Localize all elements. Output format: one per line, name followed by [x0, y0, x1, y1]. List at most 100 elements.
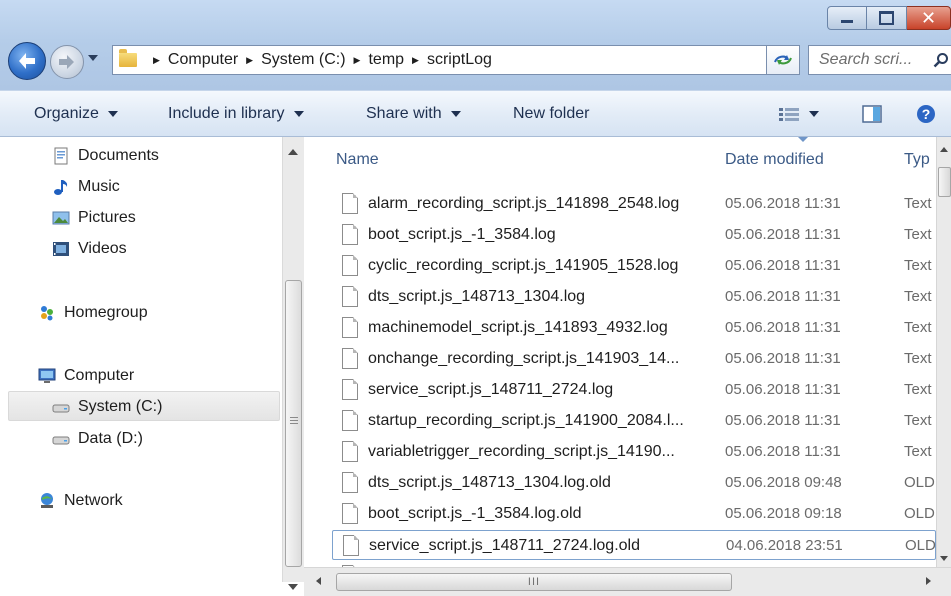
- scroll-down-icon[interactable]: [288, 584, 298, 590]
- scrollbar-thumb[interactable]: [285, 280, 302, 567]
- breadcrumb-temp[interactable]: temp: [368, 51, 404, 69]
- column-header-name[interactable]: Name: [336, 143, 379, 177]
- breadcrumb-separator-icon[interactable]: ▶: [354, 55, 361, 66]
- file-date: 05.06.2018 11:31: [725, 257, 841, 274]
- table-row[interactable]: alarm_recording_script.js_141898_2548.lo…: [332, 189, 936, 219]
- refresh-button[interactable]: [766, 45, 800, 75]
- sidebar-item-homegroup[interactable]: Homegroup: [38, 299, 148, 327]
- file-date: 05.06.2018 11:31: [725, 195, 841, 212]
- sidebar-item-data-d[interactable]: Data (D:): [52, 425, 143, 453]
- new-folder-button[interactable]: New folder: [513, 91, 589, 137]
- file-type: OLD: [904, 474, 935, 491]
- scroll-right-icon[interactable]: [926, 577, 931, 585]
- file-type: Text: [904, 319, 932, 336]
- scrollbar-thumb[interactable]: [938, 167, 951, 197]
- sidebar-item-pictures[interactable]: Pictures: [52, 204, 136, 232]
- sidebar-item-label: Computer: [64, 367, 135, 384]
- breadcrumb-computer[interactable]: Computer: [168, 51, 238, 69]
- sidebar-item-computer[interactable]: Computer: [38, 362, 134, 390]
- sidebar-item-system-c[interactable]: System (C:): [52, 393, 162, 421]
- table-row[interactable]: cyclic_recording_script.js_141905_1528.l…: [332, 251, 936, 281]
- file-type: Text: [904, 350, 932, 367]
- file-date: 04.06.2018 23:51: [726, 537, 843, 554]
- scroll-left-icon[interactable]: [316, 577, 321, 585]
- scroll-up-icon[interactable]: [288, 149, 298, 155]
- file-type: Text: [904, 443, 932, 460]
- refresh-icon: [774, 55, 792, 65]
- forward-button[interactable]: [50, 45, 84, 79]
- file-name: startup_recording_script.js_141900_2084.…: [368, 412, 684, 429]
- share-with-label: Share with: [366, 105, 442, 122]
- scroll-up-icon[interactable]: [940, 147, 948, 152]
- search-placeholder: Search scri...: [819, 51, 913, 68]
- close-icon: ✕: [920, 8, 937, 28]
- sidebar-item-music[interactable]: Music: [52, 173, 120, 201]
- breadcrumb-system-c[interactable]: System (C:): [261, 51, 345, 69]
- file-list-horizontal-scrollbar[interactable]: III: [304, 567, 951, 596]
- column-header-date-modified[interactable]: Date modified: [725, 143, 824, 177]
- file-name: dts_script.js_148713_1304.log: [368, 288, 586, 305]
- table-row[interactable]: onchange_recording_script.js_141903_14..…: [332, 344, 936, 374]
- search-icon[interactable]: [933, 52, 949, 68]
- folder-icon: [119, 49, 137, 67]
- change-view-button[interactable]: [778, 91, 819, 137]
- text-file-icon: [342, 193, 358, 214]
- videos-icon: [53, 242, 69, 256]
- file-icon: [342, 503, 358, 524]
- back-arrow-icon: [19, 53, 35, 69]
- text-file-icon: [342, 317, 358, 338]
- file-type: Text: [904, 381, 932, 398]
- file-list: Name Date modified Typ alarm_recording_s…: [304, 137, 936, 567]
- file-type: Text: [904, 412, 932, 429]
- table-row[interactable]: machinemodel_script.js_141893_4932.log 0…: [332, 313, 936, 343]
- help-button[interactable]: ?: [916, 91, 936, 137]
- address-bar[interactable]: ▶ Computer ▶ System (C:) ▶ temp ▶ script…: [112, 45, 798, 75]
- table-row-selected[interactable]: service_script.js_148711_2724.log.old 04…: [332, 530, 936, 560]
- scrollbar-thumb[interactable]: III: [336, 573, 732, 591]
- file-type: OLD: [905, 537, 936, 554]
- command-bar: Organize Include in library Share with N…: [0, 90, 951, 137]
- breadcrumb-scriptlog[interactable]: scriptLog: [427, 51, 492, 69]
- include-in-library-button[interactable]: Include in library: [168, 91, 304, 137]
- table-row[interactable]: variabletrigger_recording_script.js_1419…: [332, 437, 936, 467]
- sidebar-item-network[interactable]: Network: [38, 487, 123, 515]
- breadcrumb-separator-icon[interactable]: ▶: [153, 55, 160, 66]
- computer-icon: [38, 368, 56, 383]
- column-header-type[interactable]: Typ: [904, 143, 930, 177]
- breadcrumb-separator-icon[interactable]: ▶: [412, 55, 419, 66]
- table-row[interactable]: startup_recording_script.js_141900_2084.…: [332, 406, 936, 436]
- preview-pane-button[interactable]: [862, 91, 882, 137]
- navigation-pane-scrollbar[interactable]: [282, 137, 304, 590]
- drive-icon: [52, 404, 70, 413]
- sidebar-item-videos[interactable]: Videos: [52, 235, 127, 263]
- table-row[interactable]: service_script.js_148711_2724.log 05.06.…: [332, 375, 936, 405]
- file-name: dts_script.js_148713_1304.log.old: [368, 474, 611, 491]
- file-list-vertical-scrollbar[interactable]: [936, 137, 951, 567]
- forward-arrow-icon: [59, 55, 74, 69]
- text-file-icon: [342, 441, 358, 462]
- network-icon: [41, 493, 53, 508]
- sidebar-item-label: System (C:): [78, 398, 163, 415]
- table-row[interactable]: dts_script.js_148713_1304.log.old 05.06.…: [332, 468, 936, 498]
- maximize-button[interactable]: [867, 6, 907, 30]
- file-date: 05.06.2018 11:31: [725, 319, 841, 336]
- scroll-down-icon[interactable]: [940, 556, 948, 561]
- table-row[interactable]: dts_script.js_148713_1304.log 05.06.2018…: [332, 282, 936, 312]
- sidebar-item-label: Data (D:): [78, 430, 143, 447]
- sort-indicator-icon: [798, 137, 808, 142]
- back-button[interactable]: [8, 42, 46, 80]
- table-row[interactable]: boot_script.js_-1_3584.log 05.06.2018 11…: [332, 220, 936, 250]
- grip-icon: [290, 423, 298, 424]
- file-name: cyclic_recording_script.js_141905_1528.l…: [368, 257, 679, 274]
- sidebar-item-documents[interactable]: Documents: [52, 142, 159, 170]
- minimize-button[interactable]: [827, 6, 867, 30]
- table-row[interactable]: boot_script.js_-1_3584.log.old 05.06.201…: [332, 499, 936, 529]
- breadcrumb-separator-icon[interactable]: ▶: [246, 55, 253, 66]
- share-with-button[interactable]: Share with: [366, 91, 461, 137]
- close-button[interactable]: ✕: [907, 6, 951, 30]
- documents-icon: [54, 147, 68, 165]
- search-input[interactable]: Search scri...: [808, 45, 951, 75]
- title-bar: ✕ ▶ Computer ▶ System (C:) ▶ temp ▶ scri…: [0, 0, 951, 90]
- recent-pages-dropdown[interactable]: [88, 55, 98, 61]
- organize-menu-button[interactable]: Organize: [34, 91, 118, 137]
